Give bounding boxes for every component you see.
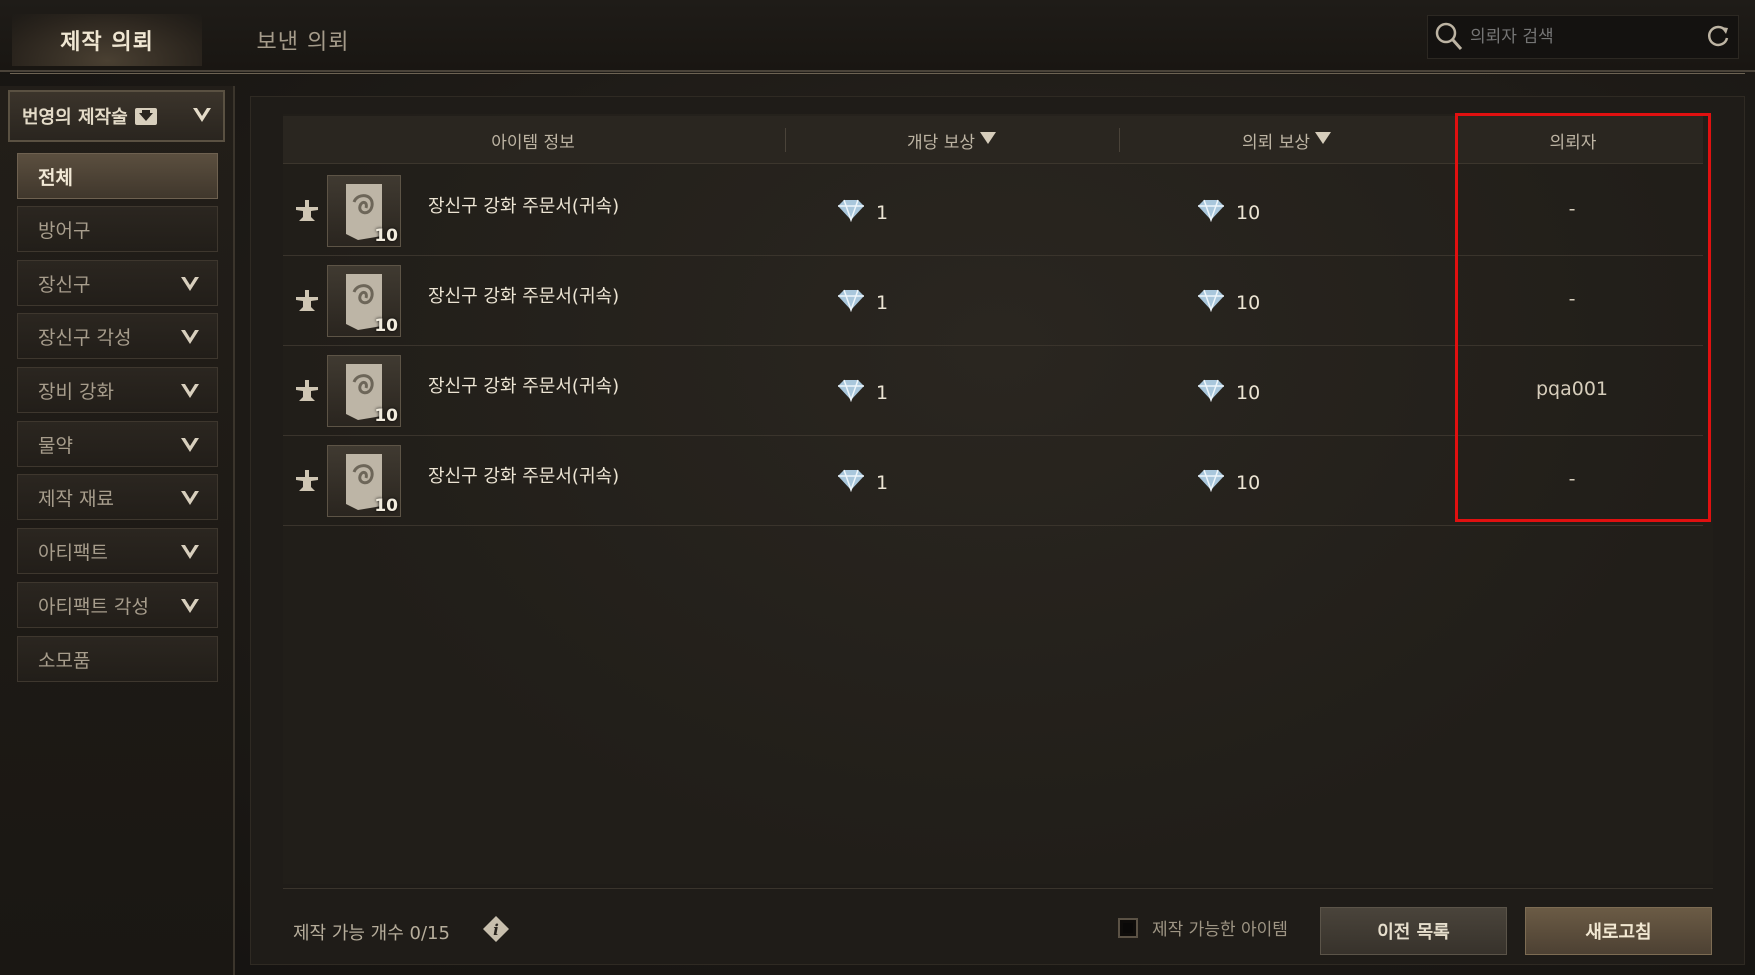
sidebar-item-label: 장비 강화	[38, 380, 114, 403]
sidebar-item-label: 제작 재료	[38, 487, 114, 510]
search-icon[interactable]	[1428, 15, 1470, 59]
item-name: 장신구 강화 주문서(귀속)	[428, 196, 620, 217]
svg-text:i: i	[493, 921, 499, 939]
sidebar-item-label: 아티팩트	[38, 541, 108, 564]
diamond-icon	[1196, 378, 1236, 407]
item-name: 장신구 강화 주문서(귀속)	[428, 466, 620, 487]
diamond-icon	[1196, 288, 1236, 317]
chevron-down-icon	[191, 104, 213, 131]
unit-reward: 1	[836, 288, 888, 317]
diamond-icon	[1196, 468, 1236, 497]
scroll-item-icon[interactable]: 10	[327, 355, 401, 427]
header-unit-reward-label: 개당 보상	[907, 132, 975, 153]
crafting-badge-icon	[134, 105, 158, 127]
request-reward: 10	[1196, 468, 1260, 497]
unit-reward: 1	[836, 198, 888, 227]
category-dropdown-label: 번영의 제작술	[22, 107, 128, 128]
sidebar-item-consumables[interactable]: 소모품	[17, 636, 218, 682]
diamond-icon	[836, 378, 876, 407]
sidebar-item-armor[interactable]: 방어구	[17, 206, 218, 252]
header-request-reward-label: 의뢰 보상	[1242, 132, 1310, 153]
craft-anvil-icon[interactable]	[293, 287, 321, 315]
request-reward-value: 10	[1236, 381, 1261, 404]
sidebar-item-label: 전체	[38, 166, 73, 189]
refresh-button[interactable]: 새로고침	[1525, 907, 1712, 955]
sidebar-item-potions[interactable]: 물약	[17, 421, 218, 467]
top-divider	[10, 73, 1745, 74]
tab-craft-requests[interactable]: 제작 의뢰	[12, 14, 202, 66]
craft-anvil-icon[interactable]	[293, 467, 321, 495]
chevron-down-icon	[179, 541, 201, 568]
sidebar-item-accessories[interactable]: 장신구	[17, 260, 218, 306]
unit-reward-value: 1	[876, 471, 889, 494]
request-reward-value: 10	[1236, 291, 1261, 314]
scroll-item-icon[interactable]: 10	[327, 445, 401, 517]
chevron-down-icon	[179, 487, 201, 514]
sidebar-item-label: 물약	[38, 434, 73, 457]
sidebar-item-label: 소모품	[38, 649, 91, 672]
chevron-down-icon	[179, 595, 201, 622]
craftable-filter[interactable]: 제작 가능한 아이템	[1118, 915, 1288, 940]
search-input[interactable]	[1470, 17, 1698, 57]
info-icon[interactable]: i	[481, 914, 511, 944]
sidebar-item-crafting-materials[interactable]: 제작 재료	[17, 474, 218, 520]
unit-reward: 1	[836, 378, 888, 407]
diamond-icon	[836, 198, 876, 227]
scroll-item-icon[interactable]: 10	[327, 175, 401, 247]
refresh-icon[interactable]	[1698, 15, 1738, 59]
requester-column-highlight	[1455, 113, 1711, 522]
request-reward: 10	[1196, 198, 1260, 227]
unit-reward-value: 1	[876, 291, 889, 314]
unit-reward-value: 1	[876, 201, 889, 224]
scroll-item-icon[interactable]: 10	[327, 265, 401, 337]
request-reward: 10	[1196, 378, 1260, 407]
sidebar-item-label: 장신구 각성	[38, 326, 132, 349]
sidebar-item-label: 장신구	[38, 273, 91, 296]
diamond-icon	[1196, 198, 1236, 227]
craft-anvil-icon[interactable]	[293, 197, 321, 225]
chevron-down-icon	[179, 380, 201, 407]
chevron-down-icon	[179, 434, 201, 461]
sidebar-item-all[interactable]: 전체	[17, 153, 218, 199]
header-item-info: 아이템 정보	[491, 132, 575, 153]
diamond-icon	[836, 468, 876, 497]
craftable-checkbox[interactable]	[1118, 917, 1138, 938]
requester-search-box	[1427, 15, 1739, 59]
item-quantity: 10	[374, 496, 398, 516]
request-reward: 10	[1196, 288, 1260, 317]
previous-list-button[interactable]: 이전 목록	[1320, 907, 1507, 955]
sidebar-item-label: 아티팩트 각성	[38, 595, 149, 618]
header-request-reward[interactable]: 의뢰 보상	[1119, 116, 1455, 164]
item-quantity: 10	[374, 316, 398, 336]
item-name: 장신구 강화 주문서(귀속)	[428, 376, 620, 397]
unit-reward: 1	[836, 468, 888, 497]
sort-down-icon[interactable]	[1314, 130, 1332, 150]
footer-bar: 제작 가능 개수 0/15 i 제작 가능한 아이템 이전 목록 새로고침	[283, 888, 1713, 968]
craft-count-label: 제작 가능 개수 0/15	[293, 923, 450, 944]
tab-sent-requests[interactable]: 보낸 의뢰	[208, 14, 398, 66]
request-reward-value: 10	[1236, 201, 1261, 224]
sidebar-item-label: 방어구	[38, 219, 91, 242]
item-name: 장신구 강화 주문서(귀속)	[428, 286, 620, 307]
item-quantity: 10	[374, 226, 398, 246]
unit-reward-value: 1	[876, 381, 889, 404]
request-reward-value: 10	[1236, 471, 1261, 494]
sidebar-item-equipment-enhance[interactable]: 장비 강화	[17, 367, 218, 413]
sidebar-item-artifact-awakening[interactable]: 아티팩트 각성	[17, 582, 218, 628]
diamond-icon	[836, 288, 876, 317]
chevron-down-icon	[179, 326, 201, 353]
item-quantity: 10	[374, 406, 398, 426]
craft-anvil-icon[interactable]	[293, 377, 321, 405]
sidebar-item-accessory-awakening[interactable]: 장신구 각성	[17, 313, 218, 359]
category-dropdown[interactable]: 번영의 제작술	[8, 90, 225, 142]
craftable-checkbox-label: 제작 가능한 아이템	[1152, 920, 1288, 940]
header-unit-reward[interactable]: 개당 보상	[785, 116, 1119, 164]
sidebar-item-artifacts[interactable]: 아티팩트	[17, 528, 218, 574]
sort-down-icon[interactable]	[979, 130, 997, 150]
chevron-down-icon	[179, 273, 201, 300]
